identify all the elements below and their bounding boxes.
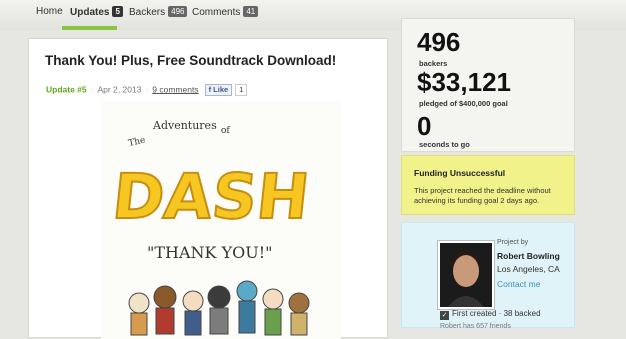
- like-label: Like: [213, 85, 229, 94]
- creator-location[interactable]: Los Angeles, CA: [497, 264, 560, 274]
- avatar[interactable]: [438, 241, 494, 309]
- post-meta: Update #5 · Apr 2, 2013 · 9 comments f Like 1: [46, 84, 248, 96]
- thank-you-text: "THANK YOU!": [147, 243, 273, 262]
- creator-card: Project by Robert Bowling Los Angeles, C…: [401, 222, 575, 330]
- artwork-of: of: [221, 126, 230, 136]
- funding-stats: 496 backers $33,121 pledged of $400,000 …: [401, 18, 575, 152]
- funding-status-alert: Funding Unsuccessful This project reache…: [401, 155, 575, 215]
- seconds-remaining: 0: [417, 111, 432, 141]
- tab-comments[interactable]: Comments 41: [192, 6, 259, 18]
- tab-home[interactable]: Home: [36, 6, 63, 17]
- contact-me-link[interactable]: Contact me: [497, 279, 540, 289]
- post-date: Apr 2, 2013: [97, 84, 142, 95]
- avatar-photo: [440, 243, 492, 307]
- alert-text: This project reached the deadline withou…: [414, 186, 551, 205]
- facebook-like-button[interactable]: f Like: [204, 84, 233, 96]
- comments-count-badge: 41: [243, 6, 259, 17]
- creator-stats-separator: ·: [498, 309, 502, 318]
- like-count: 1: [235, 84, 248, 96]
- creator-label: Project by: [497, 239, 529, 246]
- active-tab-indicator: [62, 26, 117, 30]
- tab-backers-label: Backers: [129, 7, 166, 18]
- backers-count-badge: 496: [168, 6, 188, 17]
- alert-title: Funding Unsuccessful: [414, 168, 506, 178]
- updates-count-badge: 5: [112, 6, 123, 17]
- dash-logo: DASH: [109, 160, 313, 233]
- seconds-label: seconds to go: [419, 140, 470, 149]
- tab-updates[interactable]: Updates 5: [70, 6, 123, 18]
- tab-backers[interactable]: Backers 496: [129, 6, 188, 18]
- backed-count[interactable]: 38 backed: [504, 309, 541, 318]
- artwork-the: The: [128, 136, 147, 149]
- update-number-link[interactable]: Update #5: [46, 84, 87, 94]
- artwork-svg: The Adventures of DASH "THANK YOU!": [108, 119, 314, 336]
- comments-link[interactable]: 9 comments: [152, 84, 198, 94]
- tab-comments-label: Comments: [192, 7, 241, 18]
- creator-stats: ✓ First created · 38 backed: [440, 309, 541, 320]
- backers-count: 496: [417, 27, 461, 57]
- meta-separator: ·: [90, 84, 94, 95]
- update-post: Thank You! Plus, Free Soundtrack Downloa…: [28, 38, 388, 339]
- dash-artwork: The Adventures of DASH "THANK YOU!": [101, 101, 341, 339]
- creator-friends: Robert has 657 friends: [440, 323, 511, 330]
- check-icon: ✓: [440, 311, 449, 320]
- character-group: [128, 280, 310, 336]
- pledged-label: pledged of $400,000 goal: [419, 99, 508, 108]
- meta-separator: ·: [145, 84, 149, 95]
- creator-name[interactable]: Robert Bowling: [497, 251, 560, 261]
- post-title[interactable]: Thank You! Plus, Free Soundtrack Downloa…: [45, 53, 336, 68]
- pledged-amount: $33,121: [417, 67, 511, 97]
- artwork-adventures: Adventures: [152, 119, 217, 132]
- first-created: First created: [452, 309, 497, 318]
- tab-updates-label: Updates: [70, 7, 110, 18]
- facebook-icon: f: [208, 85, 212, 94]
